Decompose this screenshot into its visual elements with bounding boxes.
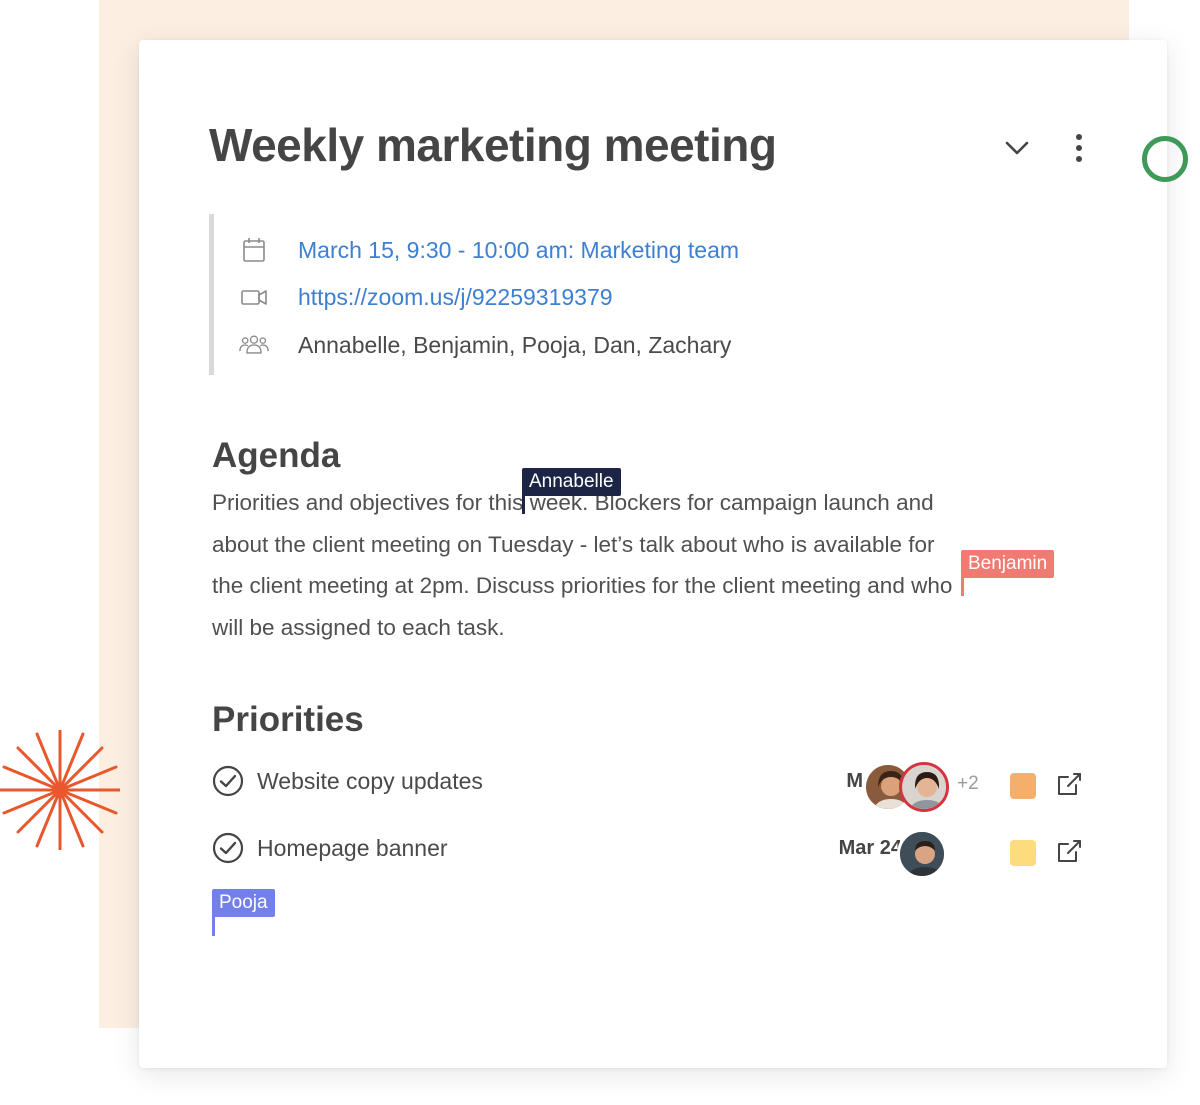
zoom-link[interactable]: https://zoom.us/j/92259319379	[298, 284, 613, 311]
agenda-line: about the client meeting on Tuesday - le…	[212, 531, 935, 557]
chevron-down-icon[interactable]	[1003, 138, 1031, 158]
external-link-icon[interactable]	[1054, 769, 1084, 799]
more-assignees-count[interactable]: +2	[957, 773, 979, 795]
attendees-list: Annabelle, Benjamin, Pooja, Dan, Zachary	[298, 332, 732, 358]
priority-row[interactable]: Homepage banner Mar 24	[212, 829, 1092, 879]
more-vertical-icon[interactable]	[1067, 132, 1091, 164]
priority-color-swatch[interactable]	[1010, 840, 1036, 866]
people-icon	[239, 335, 269, 354]
starburst-decoration	[0, 730, 120, 850]
avatar	[897, 829, 947, 879]
meeting-note-card: Weekly marketing meeting March 15, 9:30 …	[139, 40, 1167, 1068]
meeting-date-row: March 15, 9:30 - 10:00 am: Marketing tea…	[214, 234, 854, 264]
check-circle-icon[interactable]	[212, 832, 244, 864]
meeting-details: March 15, 9:30 - 10:00 am: Marketing tea…	[209, 214, 854, 375]
agenda-text[interactable]: Priorities and objectives for this week.…	[212, 482, 1092, 648]
agenda-line: the client meeting at 2pm. Discuss prior…	[212, 573, 953, 598]
avatar	[899, 762, 949, 812]
meeting-link-row: https://zoom.us/j/92259319379	[214, 281, 854, 311]
priority-color-swatch[interactable]	[1010, 773, 1036, 799]
priority-row[interactable]: Website copy updates May 1 +2	[212, 762, 1092, 812]
page-title: Weekly marketing meeting	[209, 119, 777, 171]
annabelle-cursor-label: Annabelle	[522, 468, 621, 496]
priorities-heading: Priorities	[212, 700, 364, 739]
agenda-line: will be assigned to each task.	[212, 614, 505, 640]
meeting-date-link[interactable]: March 15, 9:30 - 10:00 am: Marketing tea…	[298, 237, 739, 264]
priority-label: Website copy updates	[257, 768, 483, 794]
external-link-icon[interactable]	[1054, 836, 1084, 866]
video-icon	[241, 290, 267, 305]
priority-date: Mar 24	[838, 837, 902, 859]
attendees-row: Annabelle, Benjamin, Pooja, Dan, Zachary	[214, 329, 854, 359]
priority-label: Homepage banner	[257, 835, 448, 861]
circle-decoration	[1142, 136, 1188, 182]
benjamin-cursor-label: Benjamin	[961, 550, 1055, 578]
check-circle-icon[interactable]	[212, 765, 244, 797]
pooja-cursor-label: Pooja	[212, 889, 275, 917]
agenda-heading: Agenda	[212, 436, 341, 475]
calendar-icon	[243, 238, 265, 262]
